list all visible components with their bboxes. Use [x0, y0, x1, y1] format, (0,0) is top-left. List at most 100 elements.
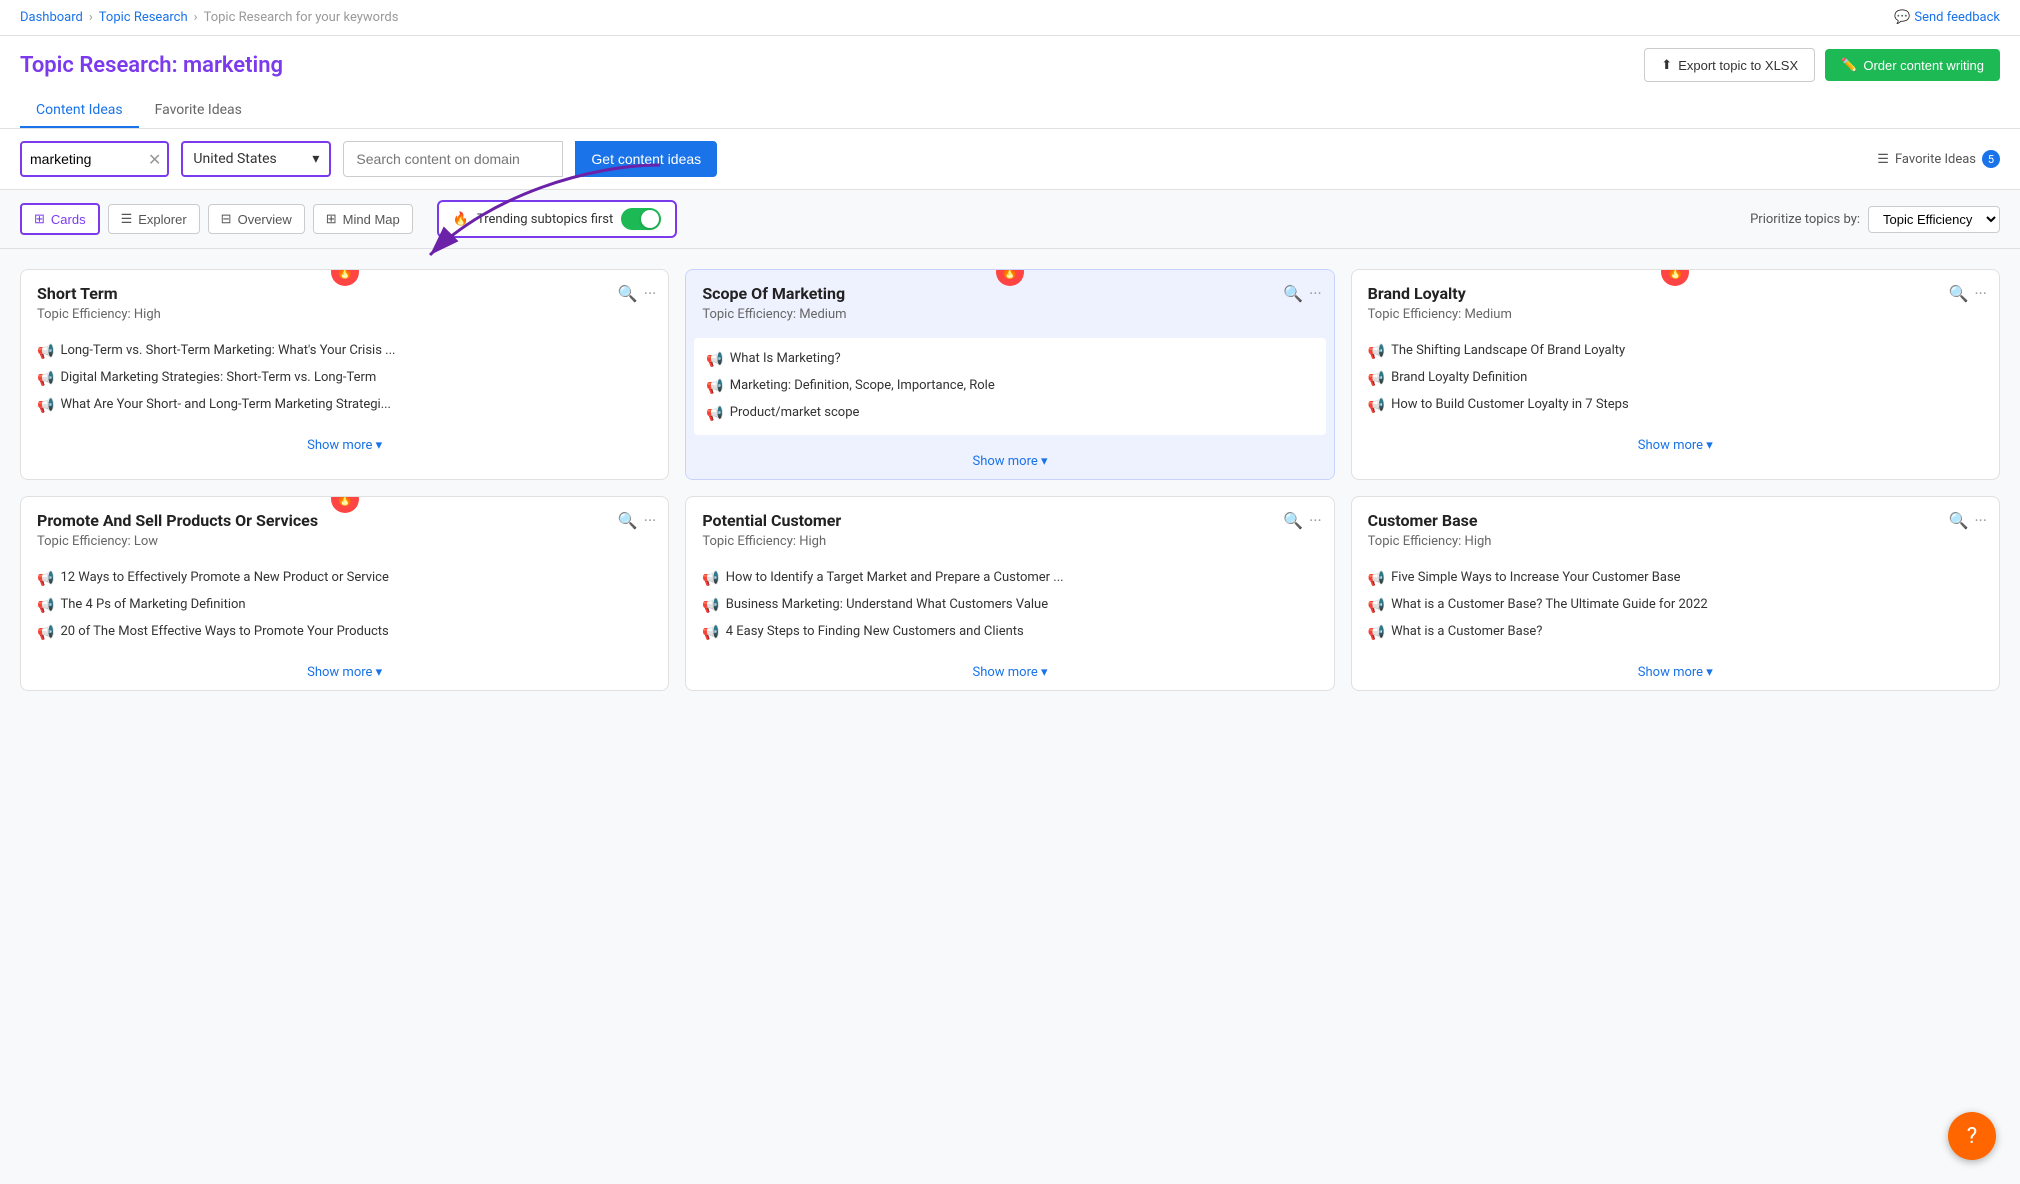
explorer-icon: ☰ [121, 211, 133, 227]
export-icon: ⬆ [1661, 57, 1672, 73]
breadcrumb-topic-research[interactable]: Topic Research [99, 10, 188, 25]
tabs-bar: Content Ideas Favorite Ideas [20, 94, 2000, 128]
trending-switch[interactable] [621, 208, 661, 230]
card-4-footer: Show more ▾ [21, 654, 668, 690]
keyword-input[interactable] [22, 151, 142, 167]
more-action-2[interactable]: ··· [1309, 284, 1322, 303]
show-more-5[interactable]: Show more ▾ [972, 665, 1047, 680]
card-1-actions: 🔍 ··· [618, 284, 656, 303]
cards-icon: ⊞ [34, 211, 45, 227]
search-action-5[interactable]: 🔍 [1283, 511, 1303, 530]
card-3-body: 📢 The Shifting Landscape Of Brand Loyalt… [1352, 330, 1999, 427]
domain-search-input[interactable] [343, 141, 563, 177]
list-item: 📢 How to Build Customer Loyalty in 7 Ste… [1368, 392, 1983, 419]
view-toolbar: ⊞ Cards ☰ Explorer ⊟ Overview ⊞ Mind Map… [0, 190, 2020, 249]
megaphone-icon: 📢 [1368, 625, 1385, 641]
more-action-5[interactable]: ··· [1309, 511, 1322, 530]
card-3-footer: Show more ▾ [1352, 427, 1999, 463]
more-action-6[interactable]: ··· [1974, 511, 1987, 530]
toggle-knob [641, 210, 659, 228]
megaphone-icon: 📢 [1368, 571, 1385, 587]
list-item: 📢 The 4 Ps of Marketing Definition [37, 592, 652, 619]
megaphone-icon: 📢 [706, 352, 723, 368]
list-item: 📢 How to Identify a Target Market and Pr… [702, 565, 1317, 592]
edit-icon: ✏️ [1841, 57, 1857, 73]
chevron-down-icon: ▾ [312, 151, 319, 167]
search-action-4[interactable]: 🔍 [618, 511, 638, 530]
overview-icon: ⊟ [221, 211, 232, 227]
country-selector[interactable]: United States ▾ [181, 141, 331, 177]
search-action-1[interactable]: 🔍 [618, 284, 638, 303]
view-explorer-button[interactable]: ☰ Explorer [108, 204, 200, 234]
megaphone-icon: 📢 [37, 344, 54, 360]
view-overview-button[interactable]: ⊟ Overview [208, 204, 305, 234]
card-2-title: Scope Of Marketing [702, 284, 1317, 303]
tab-favorite-ideas[interactable]: Favorite Ideas [139, 94, 258, 128]
card-2-efficiency: Topic Efficiency: Medium [702, 307, 1317, 322]
search-toolbar: ✕ United States ▾ Get content ideas ☰ Fa… [0, 129, 2020, 190]
search-action-6[interactable]: 🔍 [1949, 511, 1969, 530]
view-mindmap-button[interactable]: ⊞ Mind Map [313, 204, 413, 234]
keyword-clear-button[interactable]: ✕ [142, 150, 167, 169]
show-more-3[interactable]: Show more ▾ [1638, 438, 1713, 453]
card-brand-loyalty: 🔥 🔍 ··· Brand Loyalty Topic Efficiency: … [1351, 269, 2000, 480]
search-action-2[interactable]: 🔍 [1283, 284, 1303, 303]
prioritize-row: Prioritize topics by: Topic Efficiency [1750, 206, 2000, 233]
fav-count-badge: 5 [1982, 150, 2000, 168]
card-potential-customer: 🔍 ··· Potential Customer Topic Efficienc… [685, 496, 1334, 691]
card-5-title: Potential Customer [702, 511, 1317, 530]
card-4-actions: 🔍 ··· [618, 511, 656, 530]
card-3-efficiency: Topic Efficiency: Medium [1368, 307, 1983, 322]
search-action-3[interactable]: 🔍 [1949, 284, 1969, 303]
megaphone-icon: 📢 [702, 571, 719, 587]
breadcrumb-current: Topic Research for your keywords [204, 10, 399, 25]
megaphone-icon: 📢 [702, 625, 719, 641]
list-icon: ☰ [1877, 152, 1889, 167]
main-content: 🔥 🔍 ··· Short Term Topic Efficiency: Hig… [0, 249, 2020, 711]
card-1-efficiency: Topic Efficiency: High [37, 307, 652, 322]
header-buttons: ⬆ Export topic to XLSX ✏️ Order content … [1644, 48, 2000, 82]
get-ideas-button[interactable]: Get content ideas [575, 141, 717, 177]
page-title: Topic Research: marketing [20, 53, 283, 78]
export-button[interactable]: ⬆ Export topic to XLSX [1644, 48, 1815, 82]
megaphone-icon: 📢 [37, 398, 54, 414]
card-6-efficiency: Topic Efficiency: High [1368, 534, 1983, 549]
show-more-6[interactable]: Show more ▾ [1638, 665, 1713, 680]
trending-toggle-container[interactable]: 🔥 Trending subtopics first [437, 200, 678, 238]
priority-select[interactable]: Topic Efficiency [1868, 206, 2000, 233]
more-action-4[interactable]: ··· [644, 511, 657, 530]
list-item: 📢 Digital Marketing Strategies: Short-Te… [37, 365, 652, 392]
card-5-body: 📢 How to Identify a Target Market and Pr… [686, 557, 1333, 654]
help-button[interactable]: ? [1948, 1112, 1996, 1160]
megaphone-icon: 📢 [37, 371, 54, 387]
card-4-title: Promote And Sell Products Or Services [37, 511, 652, 530]
view-cards-button[interactable]: ⊞ Cards [20, 203, 100, 235]
more-action-1[interactable]: ··· [644, 284, 657, 303]
show-more-2[interactable]: Show more ▾ [972, 454, 1047, 469]
card-1-title: Short Term [37, 284, 652, 303]
tab-content-ideas[interactable]: Content Ideas [20, 94, 139, 128]
card-3-actions: 🔍 ··· [1949, 284, 1987, 303]
favorite-ideas-link[interactable]: ☰ Favorite Ideas 5 [1877, 150, 2000, 168]
breadcrumb-dashboard[interactable]: Dashboard [20, 10, 83, 25]
card-5-header: 🔍 ··· Potential Customer Topic Efficienc… [686, 497, 1333, 557]
card-6-header: 🔍 ··· Customer Base Topic Efficiency: Hi… [1352, 497, 1999, 557]
list-item: 📢 What is a Customer Base? [1368, 619, 1983, 646]
send-feedback-link[interactable]: 💬 Send feedback [1894, 10, 2000, 25]
country-value: United States [193, 151, 276, 167]
list-item: 📢 Product/market scope [706, 400, 1313, 427]
megaphone-icon: 📢 [1368, 371, 1385, 387]
list-item: 📢 20 of The Most Effective Ways to Promo… [37, 619, 652, 646]
megaphone-icon: 📢 [37, 598, 54, 614]
card-4-body: 📢 12 Ways to Effectively Promote a New P… [21, 557, 668, 654]
card-6-title: Customer Base [1368, 511, 1983, 530]
card-2-actions: 🔍 ··· [1283, 284, 1321, 303]
show-more-1[interactable]: Show more ▾ [307, 438, 382, 453]
megaphone-icon: 📢 [702, 598, 719, 614]
list-item: 📢 What Are Your Short- and Long-Term Mar… [37, 392, 652, 419]
order-content-button[interactable]: ✏️ Order content writing [1825, 49, 2000, 81]
more-action-3[interactable]: ··· [1974, 284, 1987, 303]
list-item: 📢 Marketing: Definition, Scope, Importan… [706, 373, 1313, 400]
list-item: 📢 The Shifting Landscape Of Brand Loyalt… [1368, 338, 1983, 365]
show-more-4[interactable]: Show more ▾ [307, 665, 382, 680]
